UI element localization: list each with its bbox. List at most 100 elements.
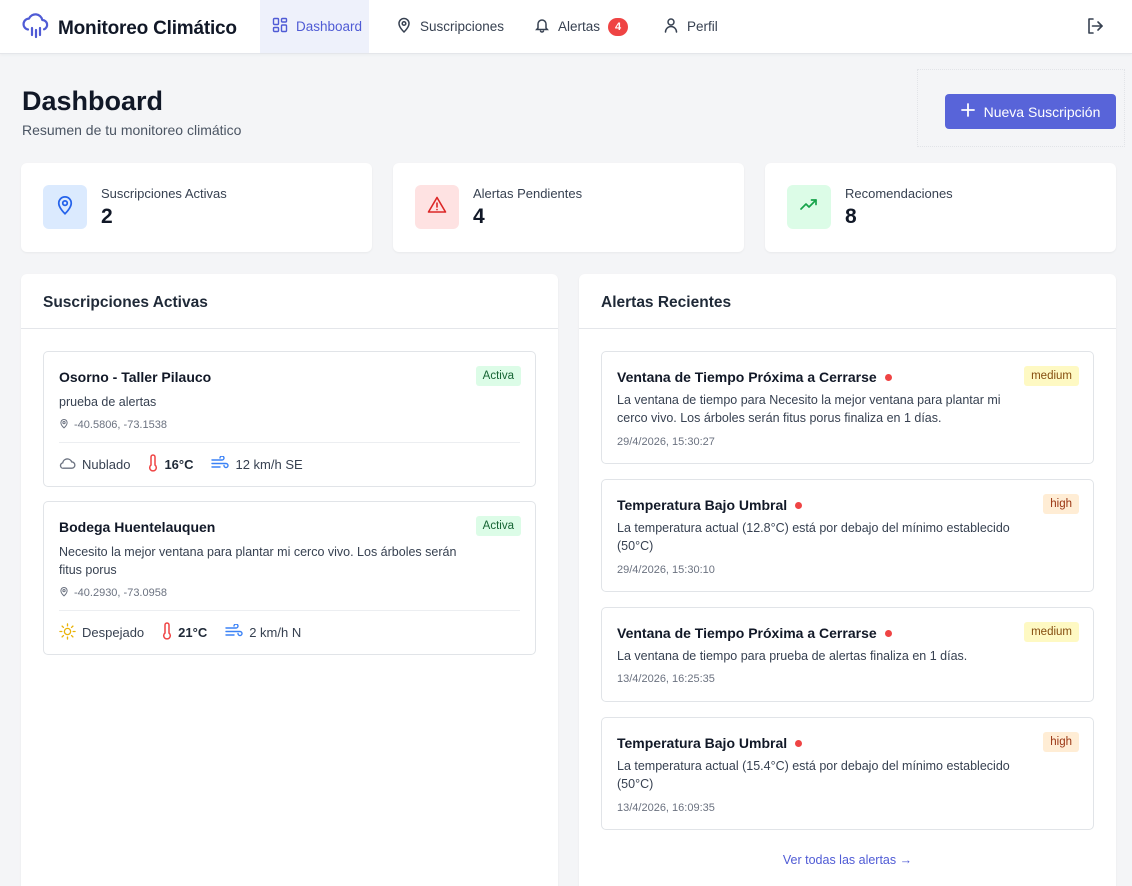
app-title: Monitoreo Climático (58, 17, 237, 39)
unread-dot (884, 629, 892, 637)
panel-title: Suscripciones Activas (21, 274, 558, 329)
stat-card-subscriptions: Suscripciones Activas 2 (21, 163, 372, 252)
alert-title-text: Temperatura Bajo Umbral (617, 735, 788, 751)
alert-title: Ventana de Tiempo Próxima a Cerrarse (617, 369, 892, 385)
severity-badge: medium (1024, 622, 1079, 642)
stat-icon-box (787, 185, 831, 229)
alert-card[interactable]: Ventana de Tiempo Próxima a Cerrarse med… (601, 351, 1094, 464)
alert-message: La ventana de tiempo para prueba de aler… (617, 649, 968, 663)
alert-title: Ventana de Tiempo Próxima a Cerrarse (617, 625, 892, 641)
alerts-panel: Alertas Recientes Ventana de Tiempo Próx… (579, 274, 1116, 886)
condition: Despejado (59, 622, 145, 643)
stat-value: 2 (101, 205, 113, 228)
alerts-count-badge: 4 (608, 17, 629, 36)
nav-label: Perfil (687, 19, 718, 34)
alert-card[interactable]: Ventana de Tiempo Próxima a Cerrarse med… (601, 607, 1094, 702)
stat-card-recommendations: Recomendaciones 8 (765, 163, 1116, 252)
logout-icon[interactable] (1085, 16, 1105, 41)
unread-dot (795, 739, 803, 747)
temperature-text: 16°C (164, 457, 194, 472)
wind-text: 2 km/h N (249, 625, 302, 640)
page-subtitle: Resumen de tu monitoreo climático (22, 122, 242, 138)
stat-label: Suscripciones Activas (101, 186, 227, 201)
wind: 12 km/h SE (211, 455, 303, 473)
stat-value: 8 (845, 205, 857, 228)
alert-title: Temperatura Bajo Umbral (617, 735, 803, 751)
nav-perfil[interactable]: Perfil (663, 0, 718, 53)
nav-suscripciones[interactable]: Suscripciones (396, 0, 504, 53)
alert-time: 29/4/2026, 15:30:10 (617, 564, 715, 576)
unread-dot (795, 501, 803, 509)
temperature: 21°C (162, 622, 207, 643)
user-icon (663, 17, 679, 36)
alert-card[interactable]: Temperatura Bajo Umbral high La temperat… (601, 717, 1094, 830)
condition-text: Despejado (82, 625, 145, 640)
thermometer-icon (148, 454, 158, 475)
subscription-coords: -40.2930, -73.0958 (59, 586, 167, 600)
alert-title-text: Ventana de Tiempo Próxima a Cerrarse (617, 625, 877, 641)
panel-title: Alertas Recientes (579, 274, 1116, 329)
severity-badge: high (1043, 494, 1079, 514)
sun-icon (59, 622, 76, 643)
wind: 2 km/h N (225, 623, 302, 641)
subscription-card[interactable]: Osorno - Taller Pilauco Activa prueba de… (43, 351, 536, 487)
severity-badge: medium (1024, 366, 1079, 386)
cloud-rain-logo-icon (22, 12, 50, 45)
see-all-alerts-link[interactable]: Ver todas las alertas → (579, 853, 1116, 867)
map-pin-icon (59, 586, 69, 600)
alert-time: 13/4/2026, 16:25:35 (617, 673, 715, 685)
warning-icon (427, 195, 447, 220)
subscription-name: Bodega Huentelauquen (59, 519, 216, 535)
map-pin-icon (55, 195, 75, 220)
coords-text: -40.2930, -73.0958 (74, 587, 167, 599)
plus-icon (960, 103, 975, 120)
weather-row: Despejado 21°C 2 km/h N (59, 622, 319, 643)
nav-alertas[interactable]: Alertas 4 (534, 0, 629, 53)
subscription-description: Necesito la mejor ventana para plantar m… (59, 545, 457, 577)
alert-message: La ventana de tiempo para Necesito la me… (617, 393, 1001, 425)
subscription-coords: -40.5806, -73.1538 (59, 418, 167, 432)
status-badge: Activa (475, 366, 521, 386)
alert-message: La temperatura actual (12.8°C) está por … (617, 521, 1010, 553)
nav-label: Suscripciones (420, 19, 505, 34)
temperature: 16°C (148, 454, 193, 475)
bell-icon (534, 17, 550, 36)
severity-badge: high (1043, 732, 1079, 752)
status-badge: Activa (475, 516, 521, 536)
divider (59, 610, 520, 611)
thermometer-icon (162, 622, 172, 643)
stat-value: 4 (473, 205, 485, 228)
page-title: Dashboard (22, 86, 164, 116)
wind-text: 12 km/h SE (235, 457, 303, 472)
coords-text: -40.5806, -73.1538 (74, 419, 167, 431)
map-pin-icon (59, 418, 69, 432)
wind-icon (225, 623, 243, 641)
stat-label: Alertas Pendientes (473, 186, 583, 201)
stat-icon-box (43, 185, 87, 229)
nav-dashboard[interactable]: Dashboard (260, 0, 369, 53)
subscription-description: prueba de alertas (59, 395, 157, 409)
cloud-icon (59, 456, 76, 473)
new-subscription-label: Nueva Suscripción (983, 103, 1101, 120)
nav-label: Alertas (558, 19, 601, 34)
brand[interactable]: Monitoreo Climático (22, 12, 237, 45)
stat-label: Recomendaciones (845, 186, 953, 201)
condition-text: Nublado (82, 457, 131, 472)
alert-time: 13/4/2026, 16:09:35 (617, 802, 715, 814)
subscriptions-panel: Suscripciones Activas Osorno - Taller Pi… (21, 274, 558, 886)
stat-icon-box (415, 185, 459, 229)
alert-title-text: Ventana de Tiempo Próxima a Cerrarse (617, 369, 877, 385)
new-subscription-button[interactable]: Nueva Suscripción (945, 94, 1116, 129)
divider (59, 442, 520, 443)
alert-title: Temperatura Bajo Umbral (617, 497, 803, 513)
alert-title-text: Temperatura Bajo Umbral (617, 497, 788, 513)
subscription-name: Osorno - Taller Pilauco (59, 369, 212, 385)
alert-time: 29/4/2026, 15:30:27 (617, 436, 715, 448)
weather-row: Nublado 16°C 12 km/h SE (59, 454, 321, 475)
map-pin-icon (396, 17, 412, 36)
alert-card[interactable]: Temperatura Bajo Umbral high La temperat… (601, 479, 1094, 592)
temperature-text: 21°C (178, 625, 208, 640)
alert-message: La temperatura actual (15.4°C) está por … (617, 759, 1010, 791)
subscription-card[interactable]: Bodega Huentelauquen Activa Necesito la … (43, 501, 536, 655)
unread-dot (884, 373, 892, 381)
